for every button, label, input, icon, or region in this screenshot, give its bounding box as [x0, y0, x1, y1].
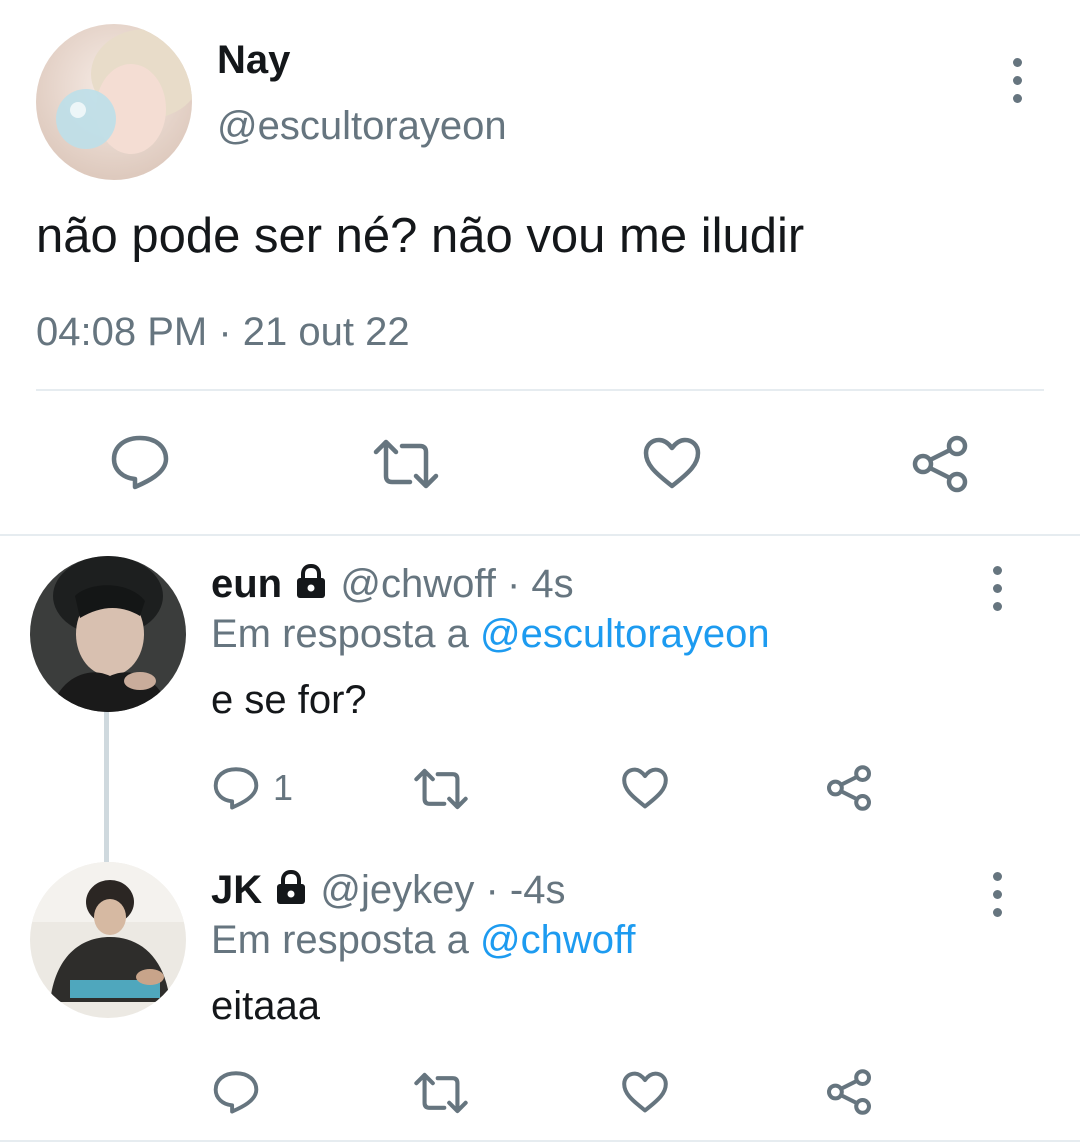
relative-time: · 4s — [507, 562, 574, 606]
avatar[interactable] — [30, 862, 186, 1018]
reply-header: eun @chwoff · 4s — [211, 562, 574, 607]
like-button[interactable] — [642, 436, 702, 490]
retweet-button[interactable] — [413, 1070, 469, 1116]
author-name[interactable]: Nay — [217, 38, 290, 83]
divider — [0, 1140, 1080, 1142]
reply-header: JK @jeykey · -4s — [211, 868, 566, 913]
author-name[interactable]: JK — [211, 868, 262, 912]
lock-icon — [277, 869, 306, 904]
retweet-icon — [373, 439, 439, 489]
heart-icon — [622, 1071, 668, 1113]
divider — [0, 534, 1080, 536]
author-handle[interactable]: @jeykey — [320, 868, 474, 912]
more-icon[interactable] — [993, 872, 1002, 926]
avatar[interactable] — [30, 556, 186, 712]
heart-icon — [622, 767, 668, 809]
reply-button[interactable] — [211, 1068, 261, 1116]
share-icon — [912, 435, 968, 493]
reply-button[interactable]: 1 — [211, 764, 293, 812]
lock-icon — [297, 563, 326, 598]
heart-icon — [643, 437, 701, 489]
relative-time: · -4s — [485, 868, 566, 912]
author-handle[interactable]: @chwoff — [340, 562, 496, 606]
reply-count: 1 — [273, 767, 294, 808]
author-handle[interactable]: @escultorayeon — [217, 104, 507, 149]
retweet-icon — [414, 1072, 468, 1114]
tweet-text: não pode ser né? não vou me iludir — [36, 209, 805, 263]
retweet-button[interactable] — [372, 436, 440, 492]
more-icon[interactable] — [993, 566, 1002, 620]
mention-link[interactable]: @chwoff — [480, 918, 636, 962]
like-button[interactable] — [621, 766, 669, 810]
avatar[interactable] — [36, 24, 192, 180]
like-button[interactable] — [621, 1070, 669, 1114]
share-icon — [827, 765, 871, 811]
speech-bubble-icon — [213, 767, 259, 810]
share-button[interactable] — [825, 764, 873, 812]
share-button[interactable] — [825, 1068, 873, 1116]
share-button[interactable] — [910, 434, 970, 494]
tweet-text: e se for? — [211, 678, 367, 722]
speech-bubble-icon — [111, 435, 169, 490]
reply-prefix: Em resposta a — [211, 918, 469, 962]
author-name[interactable]: eun — [211, 562, 282, 606]
reply-button[interactable] — [108, 432, 172, 492]
tweet-text: eitaaa — [211, 984, 320, 1028]
thread-line — [104, 710, 109, 862]
retweet-button[interactable] — [413, 766, 469, 812]
reply-context: Em resposta a @chwoff — [211, 918, 636, 963]
reply-context: Em resposta a @escultorayeon — [211, 612, 770, 657]
divider — [36, 389, 1044, 391]
share-icon — [827, 1069, 871, 1115]
more-icon[interactable] — [1013, 58, 1022, 112]
speech-bubble-icon — [213, 1071, 259, 1114]
retweet-icon — [414, 768, 468, 810]
reply-prefix: Em resposta a — [211, 612, 469, 656]
mention-link[interactable]: @escultorayeon — [480, 612, 770, 656]
tweet-timestamp: 04:08 PM · 21 out 22 — [36, 310, 410, 354]
